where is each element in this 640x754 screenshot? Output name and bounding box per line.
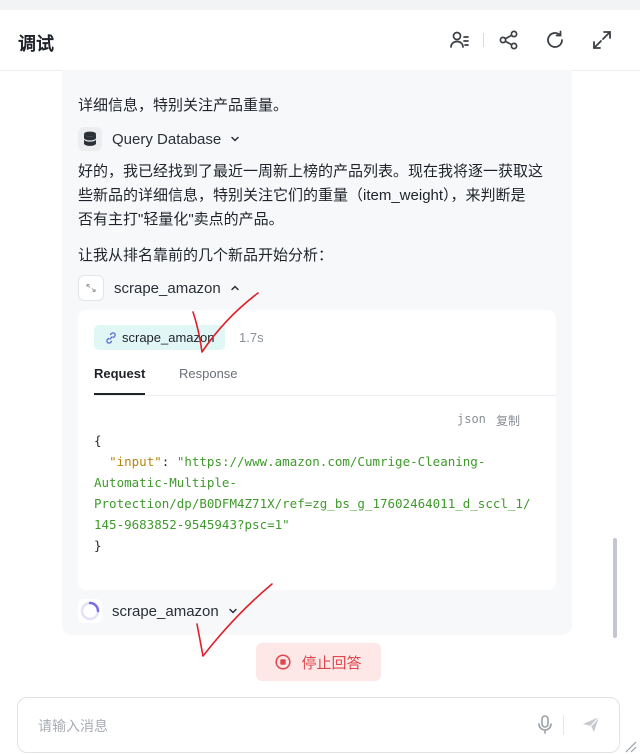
database-icon <box>78 127 102 151</box>
tool-duration: 1.7s <box>239 330 264 345</box>
scrollbar-thumb[interactable] <box>613 538 617 638</box>
tool-chip: scrape_amazon <box>94 325 225 350</box>
code-line: { <box>94 433 102 448</box>
message-input[interactable] <box>36 714 520 738</box>
message-paragraph-2: 让我从排名靠前的几个新品开始分析： <box>78 247 334 264</box>
send-icon[interactable] <box>580 713 602 735</box>
expand-icon[interactable] <box>590 28 614 52</box>
tool-detail-panel: scrape_amazon 1.7s Request Response json… <box>78 310 556 590</box>
code-colon: : <box>161 454 177 469</box>
header-divider <box>483 33 484 47</box>
page-title: 调试 <box>18 34 54 54</box>
code-language-label: json <box>457 412 486 426</box>
stop-answer-label: 停止回答 <box>301 654 362 672</box>
stop-icon <box>275 654 292 670</box>
share-icon[interactable] <box>497 28 521 52</box>
composer-divider <box>563 715 564 735</box>
code-string: Automatic-Multiple- <box>94 475 237 490</box>
code-line: "input": "https://www.amazon.com/Cumrige… <box>94 451 531 472</box>
code-line: } <box>94 538 102 553</box>
stop-answer-button[interactable]: 停止回答 <box>256 643 381 681</box>
code-string: "https://www.amazon.com/Cumrige-Cleaning… <box>176 454 486 469</box>
microphone-icon[interactable] <box>534 713 556 735</box>
copy-button[interactable]: 复制 <box>496 412 520 429</box>
tab-request[interactable]: Request <box>94 366 145 381</box>
header: 调试 <box>0 10 640 71</box>
chevron-down-icon <box>231 136 239 142</box>
paragraph-line: 些新品的详细信息，特别关注它们的重量（item_weight），来判断是 <box>78 187 526 204</box>
tool-call-query-database[interactable]: Query Database <box>78 126 241 152</box>
active-tab-indicator <box>94 393 145 395</box>
message-text-top: 详细信息，特别关注产品重量。 <box>78 97 289 114</box>
code-block: { "input": "https://www.amazon.com/Cumri… <box>94 430 531 556</box>
tool-name: scrape_amazon <box>114 279 221 297</box>
chevron-down-icon <box>228 608 237 614</box>
tool-chip-label: scrape_amazon <box>122 330 215 345</box>
resize-handle-icon[interactable] <box>620 736 638 754</box>
code-string: Protection/dp/B0DFM4Z71X/ref=zg_bs_g_176… <box>94 496 531 511</box>
user-settings-icon[interactable] <box>448 28 472 52</box>
code-key: "input" <box>109 454 162 469</box>
tool-call-scrape-amazon-loading[interactable]: scrape_amazon <box>78 598 239 624</box>
refresh-icon[interactable] <box>543 28 567 52</box>
chevron-up-icon <box>230 285 239 291</box>
link-icon <box>106 331 116 344</box>
sync-icon <box>78 275 104 301</box>
tool-name: scrape_amazon <box>112 602 219 620</box>
paragraph-line: 否有主打"轻量化"卖点的产品。 <box>78 211 284 228</box>
request-response-tabs: Request Response <box>94 362 556 396</box>
code-string: 145-9683852-9545943?psc=1" <box>94 517 290 532</box>
loading-spinner-icon <box>78 599 102 623</box>
message-composer <box>17 697 620 753</box>
tool-name: Query Database <box>112 130 222 148</box>
tab-response[interactable]: Response <box>179 366 238 381</box>
message-paragraph-1: 好的，我已经找到了最近一周新上榜的产品列表。现在我将逐一获取这 些新品的详细信息… <box>78 160 558 232</box>
tool-call-scrape-amazon-expanded[interactable]: scrape_amazon <box>78 275 241 301</box>
paragraph-line: 好的，我已经找到了最近一周新上榜的产品列表。现在我将逐一获取这 <box>78 163 544 180</box>
